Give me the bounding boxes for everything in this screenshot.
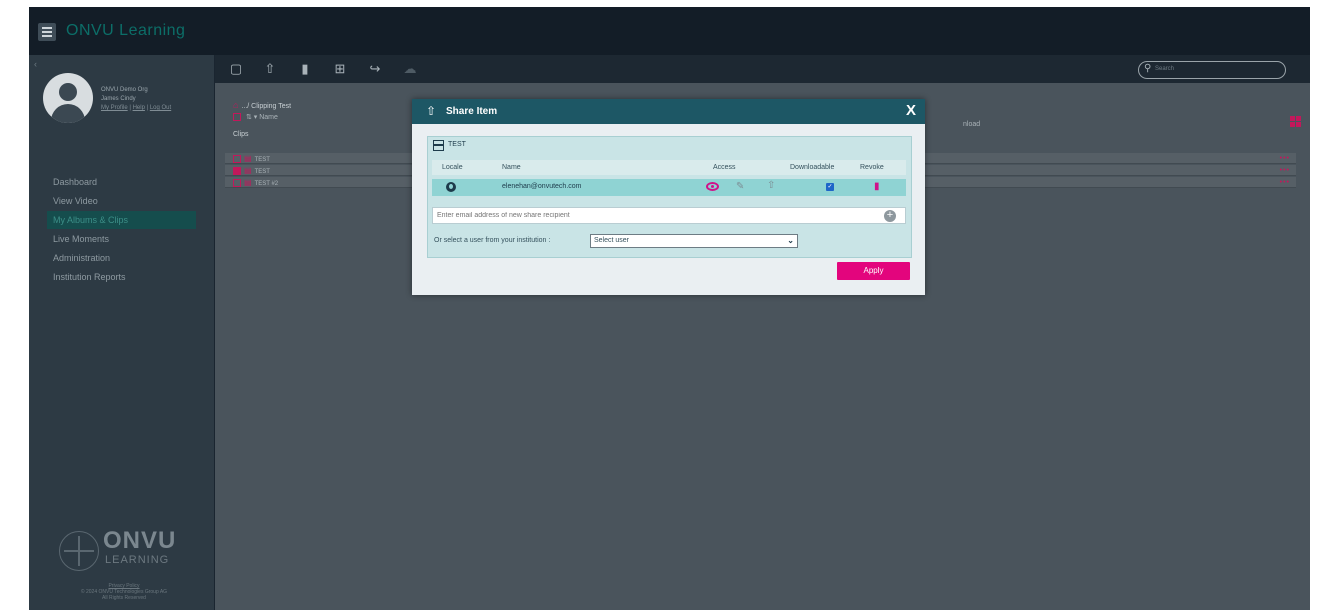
revoke-trash-icon[interactable]: ▮ — [874, 181, 880, 192]
edit-access-icon[interactable]: ✎ — [736, 181, 744, 192]
select-user-label: Or select a user from your institution : — [434, 237, 551, 244]
select-user-dropdown[interactable]: Select user ⌄ — [590, 234, 798, 248]
row-menu-icon[interactable]: ••• — [1280, 177, 1290, 188]
share-table-header: Locale Name Access Downloadable Revoke — [432, 160, 906, 175]
share-email: elenehan@onvutech.com — [502, 183, 582, 190]
home-icon[interactable]: ⌂ — [233, 100, 238, 110]
delete-icon[interactable]: ▮ — [298, 62, 312, 76]
new-clip-icon[interactable]: ▢ — [229, 62, 243, 76]
breadcrumb: ⌂ .../ Clipping Test — [233, 100, 291, 110]
app-window: ONVU Learning ‹ ONVU Demo Org James Cind… — [29, 7, 1310, 610]
search-placeholder: Search — [1155, 66, 1175, 72]
app-title: ONVU Learning — [66, 22, 186, 39]
logo-word: ONVU — [103, 527, 177, 554]
select-all-checkbox[interactable] — [233, 113, 241, 122]
share-item-modal: ⇧ Share Item X TEST Locale Name Access D… — [412, 99, 925, 295]
close-icon[interactable]: X — [906, 102, 916, 119]
sidebar-item-view-video[interactable]: View Video — [47, 192, 196, 210]
locale-header: Locale — [442, 164, 463, 171]
share-icon[interactable]: ⇧ — [263, 62, 277, 76]
sort-name-label[interactable]: Name — [259, 114, 278, 121]
sidebar-item-my-albums-clips[interactable]: My Albums & Clips — [47, 211, 196, 229]
download-column-header: nload — [963, 121, 981, 128]
logo-crosshair-icon — [59, 531, 99, 571]
apply-button[interactable]: Apply — [837, 262, 910, 280]
name-header: Name — [502, 164, 521, 171]
collapse-sidebar-icon[interactable]: ‹ — [34, 59, 37, 69]
view-access-icon[interactable] — [706, 182, 719, 191]
sort-icon[interactable]: ⇅ — [246, 114, 252, 121]
select-value: Select user — [594, 237, 630, 244]
sidebar-item-dashboard[interactable]: Dashboard — [47, 173, 196, 191]
sidebar: ‹ ONVU Demo Org James Cindy My Profile |… — [29, 55, 214, 610]
sidebar-item-administration[interactable]: Administration — [47, 249, 196, 267]
film-icon: ▤ — [244, 178, 252, 187]
log-out-link[interactable]: Log Out — [150, 105, 171, 111]
grid-view-icon[interactable] — [1290, 116, 1301, 127]
revoke-header: Revoke — [860, 164, 884, 171]
share-icon: ⇧ — [426, 104, 437, 118]
upload-icon[interactable]: ☁ — [403, 62, 417, 76]
new-folder-icon[interactable]: ⊞ — [333, 62, 347, 76]
clip-name: TEST — [254, 169, 270, 175]
rights-text: All Rights Reserved — [102, 595, 146, 601]
film-icon: ▤ — [244, 166, 252, 175]
row-menu-icon[interactable]: ••• — [1280, 153, 1290, 164]
my-profile-link[interactable]: My Profile — [101, 105, 128, 111]
access-header: Access — [713, 164, 736, 171]
clip-name: TEST — [254, 157, 270, 163]
row-checkbox[interactable] — [233, 167, 241, 176]
chevron-down-icon: ⌄ — [787, 236, 794, 245]
modal-title: Share Item — [446, 106, 498, 117]
hamburger-menu-icon[interactable] — [38, 23, 56, 41]
sidebar-nav: Dashboard View Video My Albums & Clips L… — [47, 173, 196, 287]
share-access-icon[interactable]: ⇧ — [767, 180, 775, 191]
row-menu-icon[interactable]: ••• — [1280, 165, 1290, 176]
row-checkbox[interactable] — [233, 179, 241, 188]
share-row: elenehan@onvutech.com ✎ ⇧ ✓ ▮ — [432, 179, 906, 196]
row-checkbox[interactable] — [233, 155, 241, 164]
downloadable-checkbox[interactable]: ✓ — [826, 183, 834, 191]
search-input[interactable]: ⚲ Search — [1138, 61, 1286, 79]
downloadable-header: Downloadable — [790, 164, 835, 171]
breadcrumb-path[interactable]: .../ Clipping Test — [241, 103, 291, 110]
profile-links: My Profile | Help | Log Out — [101, 105, 172, 111]
sidebar-item-institution-reports[interactable]: Institution Reports — [47, 268, 196, 286]
logo-sub: LEARNING — [105, 554, 170, 566]
sort-row: ⇅ ▾ Name — [233, 113, 278, 122]
film-icon — [433, 140, 444, 151]
email-input[interactable] — [432, 207, 906, 224]
user-name: James Cindy — [101, 96, 136, 102]
sidebar-item-live-moments[interactable]: Live Moments — [47, 230, 196, 248]
add-recipient-icon[interactable]: + — [884, 210, 896, 222]
avatar — [43, 73, 93, 123]
clips-label: Clips — [233, 131, 249, 138]
item-name: TEST — [448, 141, 466, 148]
footer: Privacy Policy © 2024 ONVU Technologies … — [49, 583, 199, 601]
modal-header: ⇧ Share Item X — [412, 99, 925, 124]
globe-icon — [446, 182, 456, 192]
help-link[interactable]: Help — [133, 105, 145, 111]
share-panel: TEST Locale Name Access Downloadable Rev… — [427, 136, 912, 258]
org-name: ONVU Demo Org — [101, 87, 148, 93]
toolbar: ▢ ⇧ ▮ ⊞ ↪ ☁ ⚲ Search — [215, 55, 1310, 83]
forward-icon[interactable]: ↪ — [368, 62, 382, 76]
search-icon: ⚲ — [1144, 63, 1152, 74]
onvu-logo: ONVU LEARNING — [59, 527, 189, 577]
clip-name: TEST #2 — [254, 181, 279, 187]
top-bar: ONVU Learning — [29, 7, 1310, 55]
film-icon: ▤ — [244, 154, 252, 163]
